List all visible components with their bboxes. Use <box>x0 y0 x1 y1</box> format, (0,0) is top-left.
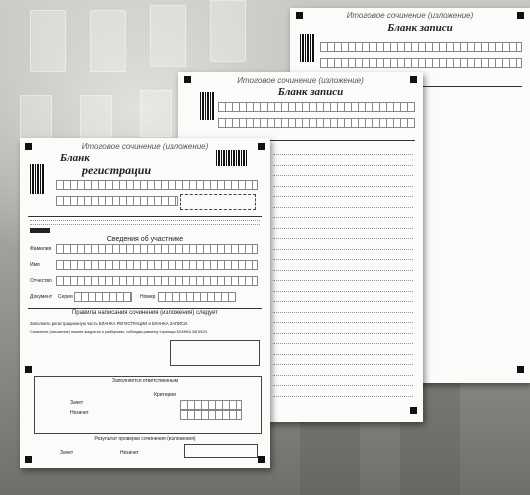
writing-line <box>273 196 413 197</box>
front-form-subtitle-2: регистрации <box>82 163 152 177</box>
middle-barcode <box>200 92 214 120</box>
number-cells <box>158 292 236 302</box>
middle-corner-marker <box>410 407 417 414</box>
criteria-label: Критерии <box>154 392 176 398</box>
rule-1: Заполнить регистрационную часть БЛАНКА Р… <box>30 321 189 326</box>
writing-line <box>273 206 413 208</box>
name-cells <box>56 260 258 270</box>
writing-line <box>273 269 413 271</box>
assessment-heading: Заполняется ответственным <box>111 378 179 384</box>
middle-corner-marker <box>184 76 191 83</box>
patronymic-cells <box>56 276 258 286</box>
writing-line <box>273 175 413 176</box>
building-window <box>210 0 246 62</box>
front-form-sheet: Итоговое сочинение (изложение) Бланк рег… <box>20 138 270 468</box>
surname-label: Фамилия <box>30 246 52 252</box>
writing-line <box>273 248 413 250</box>
back-corner-marker <box>517 12 524 19</box>
front-corner-marker <box>25 456 32 463</box>
front-signature-box <box>180 194 256 210</box>
front-corner-marker <box>25 366 32 373</box>
front-code-cells <box>56 196 178 206</box>
participant-section-title: Сведения об участнике <box>106 236 184 243</box>
writing-line <box>273 164 413 166</box>
building-window <box>30 10 66 72</box>
writing-line <box>273 385 413 386</box>
writing-line <box>273 280 413 281</box>
number-label: Номер <box>140 294 156 300</box>
writing-line <box>273 217 413 218</box>
writing-line <box>273 290 413 292</box>
back-barcode <box>300 34 314 62</box>
front-corner-marker <box>258 456 265 463</box>
writing-line <box>273 353 413 355</box>
middle-form-header: Итоговое сочинение (изложение) <box>237 76 364 85</box>
front-barcode-left <box>30 164 44 194</box>
pass-label-1: Зачет <box>70 400 84 406</box>
fail-label-1: Незачет <box>70 410 89 416</box>
writing-line <box>273 259 413 260</box>
patronymic-label: Отчество <box>30 278 52 284</box>
writing-line <box>273 364 413 365</box>
criteria-cells <box>180 400 242 410</box>
result-signature-box <box>184 444 258 458</box>
writing-line <box>273 395 413 397</box>
back-form-header: Итоговое сочинение (изложение) <box>346 11 474 20</box>
middle-form-subtitle: Бланк записи <box>277 86 344 98</box>
result-heading: Результат проверки сочинения (изложения) <box>94 436 196 442</box>
front-code-cells <box>56 180 258 190</box>
rules-heading: Правила написания сочинения (изложения) … <box>71 310 218 316</box>
series-cells <box>74 292 132 302</box>
writing-line <box>273 332 413 334</box>
writing-line <box>273 185 413 187</box>
writing-line <box>273 227 413 229</box>
back-code-cells <box>320 58 522 68</box>
surname-cells <box>56 244 258 254</box>
name-label: Имя <box>30 262 40 268</box>
writing-line <box>273 238 413 239</box>
front-barcode-right <box>216 150 248 166</box>
front-corner-marker <box>258 143 265 150</box>
middle-code-cells <box>218 102 415 112</box>
writing-line <box>273 154 413 155</box>
fail-label-2: Незачет <box>120 450 139 456</box>
front-corner-marker <box>25 143 32 150</box>
building-window <box>150 5 186 67</box>
front-signature-area <box>170 340 260 366</box>
writing-line <box>273 311 413 313</box>
pass-label-2: Зачет <box>60 450 74 456</box>
front-sample-badge <box>30 228 50 233</box>
middle-code-cells <box>218 118 415 128</box>
series-label: Серия <box>58 294 73 300</box>
document-label: Документ <box>30 294 53 300</box>
writing-line <box>273 322 413 323</box>
front-divider <box>28 216 262 217</box>
writing-line <box>273 343 413 344</box>
building-window <box>140 90 172 137</box>
middle-corner-marker <box>410 76 417 83</box>
front-divider <box>28 308 262 309</box>
back-corner-marker <box>296 12 303 19</box>
back-form-subtitle: Бланк записи <box>387 22 453 34</box>
back-corner-marker <box>517 366 524 373</box>
front-instruction-line <box>30 220 260 221</box>
criteria-cells <box>180 410 242 420</box>
back-code-cells <box>320 42 522 52</box>
front-instruction-line <box>30 224 260 225</box>
writing-line <box>273 301 413 302</box>
writing-line <box>273 374 413 376</box>
building-window <box>90 10 126 72</box>
rule-2: Сочинение (изложение) пишите аккуратно и… <box>30 330 208 334</box>
